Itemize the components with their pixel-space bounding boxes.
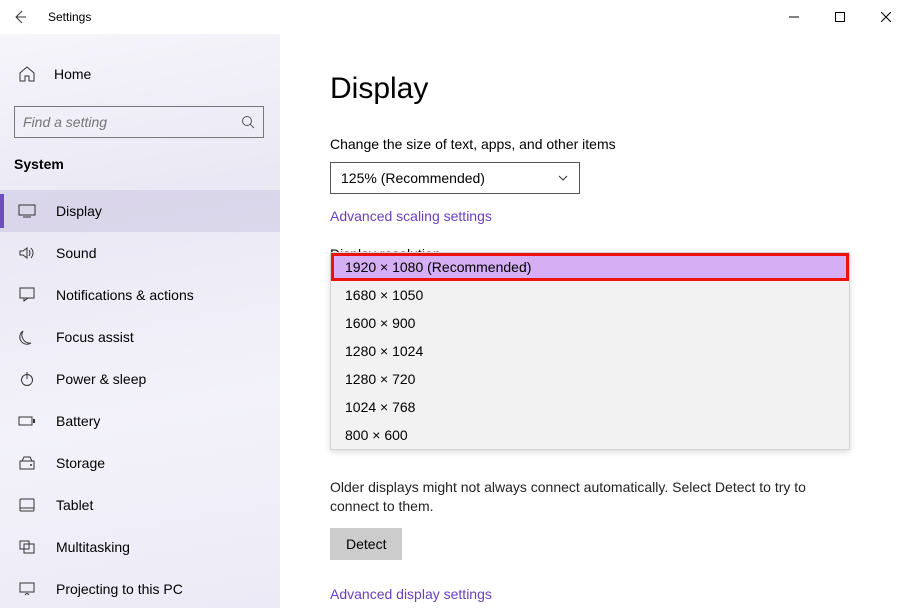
sidebar-item-label: Storage xyxy=(56,455,105,471)
sidebar-item-multitasking[interactable]: Multitasking xyxy=(0,526,280,568)
focus-assist-icon xyxy=(18,329,36,345)
back-button[interactable] xyxy=(10,7,30,27)
sidebar-item-notifications[interactable]: Notifications & actions xyxy=(0,274,280,316)
sidebar-item-projecting[interactable]: Projecting to this PC xyxy=(0,568,280,608)
tablet-icon xyxy=(18,498,36,512)
sidebar-item-label: Display xyxy=(56,203,102,219)
sidebar-item-label: Power & sleep xyxy=(56,371,146,387)
detect-button[interactable]: Detect xyxy=(330,528,402,560)
resolution-dropdown[interactable]: 1920 × 1080 (Recommended) 1680 × 1050 16… xyxy=(330,252,850,450)
section-heading-system: System xyxy=(0,156,280,172)
power-icon xyxy=(18,371,36,387)
scale-value: 125% (Recommended) xyxy=(341,170,485,186)
sidebar-item-power-sleep[interactable]: Power & sleep xyxy=(0,358,280,400)
close-icon xyxy=(881,12,891,22)
search-icon xyxy=(241,115,255,129)
sidebar-item-label: Tablet xyxy=(56,497,93,513)
sidebar-item-focus-assist[interactable]: Focus assist xyxy=(0,316,280,358)
search-field[interactable] xyxy=(15,107,263,137)
sidebar-item-battery[interactable]: Battery xyxy=(0,400,280,442)
sidebar-item-label: Sound xyxy=(56,245,96,261)
scale-label: Change the size of text, apps, and other… xyxy=(330,136,849,152)
content-pane: Display Change the size of text, apps, a… xyxy=(280,34,909,608)
sidebar: Home System Display Sound Notifications … xyxy=(0,34,280,608)
maximize-button[interactable] xyxy=(817,0,863,34)
minimize-icon xyxy=(789,12,799,22)
sidebar-item-sound[interactable]: Sound xyxy=(0,232,280,274)
resolution-option[interactable]: 1024 × 768 xyxy=(331,393,849,421)
maximize-icon xyxy=(835,12,845,22)
advanced-scaling-link[interactable]: Advanced scaling settings xyxy=(330,208,492,224)
close-button[interactable] xyxy=(863,0,909,34)
battery-icon xyxy=(18,415,36,427)
resolution-option[interactable]: 1280 × 1024 xyxy=(331,337,849,365)
title-bar: Settings xyxy=(0,0,909,34)
advanced-display-link[interactable]: Advanced display settings xyxy=(330,586,492,602)
resolution-option[interactable]: 1680 × 1050 xyxy=(331,281,849,309)
notifications-icon xyxy=(18,287,36,303)
sound-icon xyxy=(18,246,36,260)
sidebar-item-label: Multitasking xyxy=(56,539,130,555)
display-icon xyxy=(18,204,36,218)
home-button[interactable]: Home xyxy=(0,56,280,92)
detect-hint-text: Older displays might not always connect … xyxy=(330,478,849,516)
page-title: Display xyxy=(330,72,849,106)
resolution-option[interactable]: 800 × 600 xyxy=(331,421,849,449)
home-label: Home xyxy=(54,66,91,82)
arrow-left-icon xyxy=(12,9,28,25)
sidebar-item-label: Battery xyxy=(56,413,100,429)
minimize-button[interactable] xyxy=(771,0,817,34)
sidebar-item-tablet[interactable]: Tablet xyxy=(0,484,280,526)
multitasking-icon xyxy=(18,540,36,554)
sidebar-item-storage[interactable]: Storage xyxy=(0,442,280,484)
resolution-option[interactable]: 1280 × 720 xyxy=(331,365,849,393)
resolution-option-selected[interactable]: 1920 × 1080 (Recommended) xyxy=(331,253,849,281)
sidebar-item-label: Focus assist xyxy=(56,329,134,345)
home-icon xyxy=(18,65,36,83)
resolution-option[interactable]: 1600 × 900 xyxy=(331,309,849,337)
scale-combobox[interactable]: 125% (Recommended) xyxy=(330,162,580,194)
sidebar-item-label: Projecting to this PC xyxy=(56,581,183,597)
search-input[interactable] xyxy=(14,106,264,138)
storage-icon xyxy=(18,456,36,470)
sidebar-item-display[interactable]: Display xyxy=(0,190,280,232)
window-title: Settings xyxy=(48,10,91,24)
projecting-icon xyxy=(18,582,36,596)
chevron-down-icon xyxy=(557,172,569,184)
sidebar-item-label: Notifications & actions xyxy=(56,287,194,303)
